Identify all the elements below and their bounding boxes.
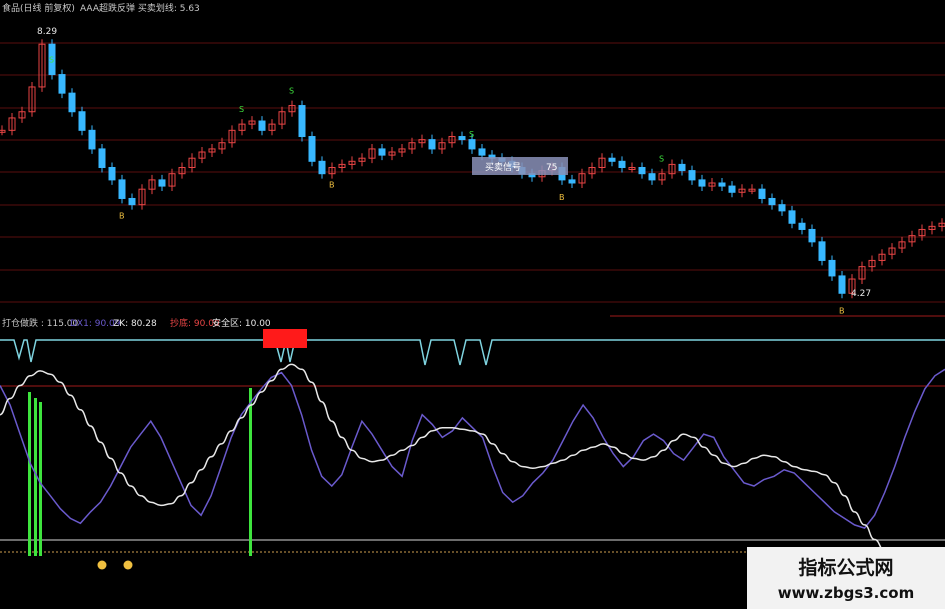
high-price-label: 8.29	[37, 27, 57, 37]
green-signal-bars	[28, 388, 252, 556]
candle-body	[618, 160, 626, 169]
buy-signal-mark: B	[329, 181, 335, 190]
candle-body	[698, 179, 706, 187]
candle-body	[88, 129, 96, 150]
candle-body	[838, 275, 846, 294]
candle-body	[128, 197, 136, 206]
candle-body	[648, 173, 656, 181]
candle-body	[728, 185, 736, 193]
sell-signal-mark: S	[469, 130, 474, 139]
candle-body	[478, 148, 486, 156]
indicator-header: 打仓做跌 : 115.00 DX1: 90.09 ZK: 80.28 抄底: 9…	[2, 317, 271, 329]
candle-body	[678, 163, 686, 172]
candle-body	[638, 167, 646, 175]
candle-body	[58, 74, 66, 94]
candle-body	[318, 160, 326, 175]
sell-signal-mark: S	[289, 87, 294, 96]
watermark-url: www.zbgs3.com	[778, 584, 914, 602]
candle-body	[298, 105, 306, 138]
candle-body	[768, 197, 776, 206]
candle-body	[818, 241, 826, 261]
signal-tooltip: 买卖信号 75	[472, 157, 568, 175]
buy-signal-mark: B	[559, 193, 565, 202]
candle-body	[788, 210, 796, 224]
candle-body	[808, 228, 816, 243]
candle-body	[778, 204, 786, 212]
purple-oscillator-line	[0, 368, 945, 529]
indicator-label-1: 打仓做跌 : 115.00	[2, 317, 79, 329]
candle-body	[798, 222, 806, 230]
tooltip-label: 买卖信号	[485, 161, 521, 173]
candle-body	[68, 92, 76, 113]
candle-body	[608, 157, 616, 162]
candle-body	[458, 136, 466, 141]
watermark-title: 指标公式网	[798, 556, 893, 579]
indicator-title: AAA超跌反弹 买卖划线: 5.63	[80, 2, 200, 14]
price-grid	[0, 42, 945, 317]
candle-body	[468, 139, 476, 150]
red-signal-block	[263, 329, 307, 348]
indicator-label-3: ZK: 80.28	[113, 319, 157, 329]
buy-signal-mark: B	[839, 306, 845, 315]
candle-body	[118, 179, 126, 199]
coin-icons	[97, 560, 133, 570]
candle-body	[428, 139, 436, 150]
low-price-label: 4.27	[851, 289, 871, 299]
candle-body	[108, 167, 116, 181]
candle-body	[98, 148, 106, 168]
candle-body	[718, 182, 726, 187]
coin-icon	[123, 560, 133, 570]
candle-body	[78, 111, 86, 131]
candle-body	[758, 188, 766, 199]
candle-body	[378, 148, 386, 156]
tooltip-value: 75	[546, 163, 557, 173]
watermark: 指标公式网 www.zbgs3.com	[747, 547, 945, 609]
cyan-signal-line	[0, 339, 945, 366]
candle-body	[828, 259, 836, 277]
candle-body	[568, 179, 576, 184]
candle-body	[158, 179, 166, 187]
white-oscillator-line	[0, 363, 945, 575]
candle-body	[258, 120, 266, 131]
sell-signal-mark: S	[49, 56, 54, 65]
stock-chart: 食品(日线 前复权) AAA超跌反弹 买卖划线: 5.63 SSSSSBBBB …	[0, 2, 945, 609]
indicator-label-5: 安全区: 10.00	[212, 317, 271, 329]
sell-signal-mark: S	[239, 105, 244, 114]
candle-body	[308, 136, 316, 162]
sell-signal-mark: S	[659, 155, 664, 164]
coin-icon	[97, 560, 107, 570]
candle-body	[688, 170, 696, 181]
chart-title: 食品(日线 前复权)	[2, 2, 75, 14]
buy-signal-mark: B	[119, 211, 125, 220]
